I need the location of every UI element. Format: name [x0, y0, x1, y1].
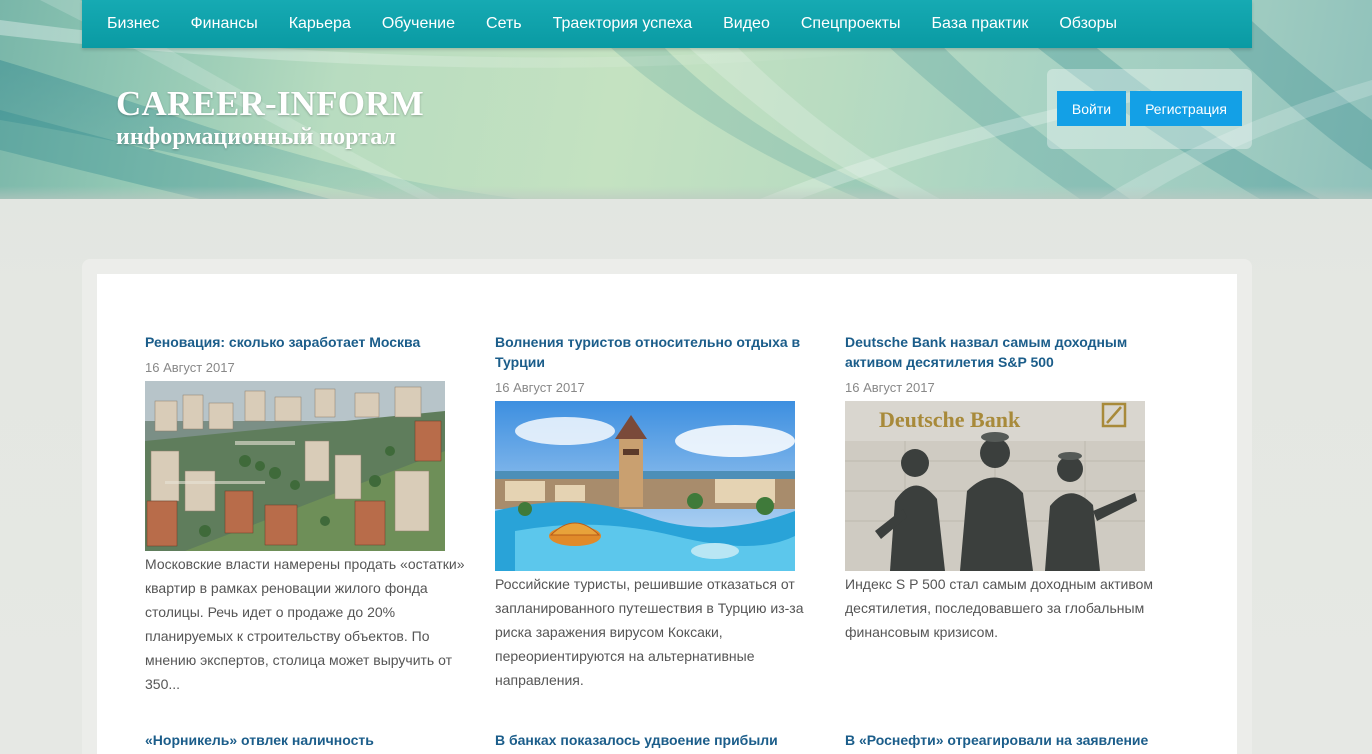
article-excerpt: Московские власти намерены продать «оста… [145, 556, 465, 692]
article-title-link[interactable]: В «Роснефти» отреагировали на заявление [845, 730, 1148, 750]
article-title-link[interactable]: Deutsche Bank назвал самым доходным акти… [845, 332, 1165, 372]
nav-item-education[interactable]: Обучение [366, 0, 470, 48]
register-button[interactable]: Регистрация [1130, 91, 1242, 126]
article-title-link[interactable]: В банках показалось удвоение прибыли [495, 730, 778, 750]
site-title[interactable]: CAREER-INFORM [116, 84, 424, 124]
article-date: 16 Август 2017 [845, 380, 935, 395]
nav-item-business[interactable]: Бизнес [82, 0, 175, 48]
article-excerpt: Индекс S P 500 стал самым доходным актив… [845, 576, 1154, 640]
article-card: Волнения туристов относительно отдыха в … [495, 332, 815, 692]
article-date: 16 Август 2017 [495, 380, 585, 395]
article-card: Deutsche Bank назвал самым доходным акти… [845, 332, 1165, 644]
article-title-link[interactable]: «Норникель» отвлек наличность [145, 730, 374, 750]
article-date: 16 Август 2017 [145, 360, 235, 375]
deutsche-bank-sign: Deutsche Bank [879, 407, 1021, 432]
login-button[interactable]: Войти [1057, 91, 1126, 126]
site-subtitle: информационный портал [116, 124, 396, 150]
auth-panel: Войти Регистрация [1047, 69, 1252, 149]
nav-item-network[interactable]: Сеть [471, 0, 538, 48]
header-shadow [0, 186, 1372, 199]
nav-item-career[interactable]: Карьера [273, 0, 366, 48]
article-title-link[interactable]: Волнения туристов относительно отдыха в … [495, 332, 815, 372]
article-card: Реновация: сколько заработает Москва 16 … [145, 332, 465, 696]
model-city-image[interactable] [145, 381, 445, 551]
nav-item-finance[interactable]: Финансы [175, 0, 273, 48]
nav-item-video[interactable]: Видео [708, 0, 786, 48]
nav-item-special-projects[interactable]: Спецпроекты [785, 0, 916, 48]
resort-pool-image[interactable] [495, 401, 795, 571]
top-navigation: Бизнес Финансы Карьера Обучение Сеть Тра… [82, 0, 1252, 48]
nav-item-success-path[interactable]: Траектория успеха [537, 0, 708, 48]
deutsche-bank-statues-image[interactable]: Deutsche Bank [845, 401, 1145, 571]
nav-item-practices[interactable]: База практик [916, 0, 1044, 48]
article-title-link[interactable]: Реновация: сколько заработает Москва [145, 332, 465, 352]
article-excerpt: Российские туристы, решившие отказаться … [495, 576, 804, 688]
nav-item-reviews[interactable]: Обзоры [1044, 0, 1133, 48]
